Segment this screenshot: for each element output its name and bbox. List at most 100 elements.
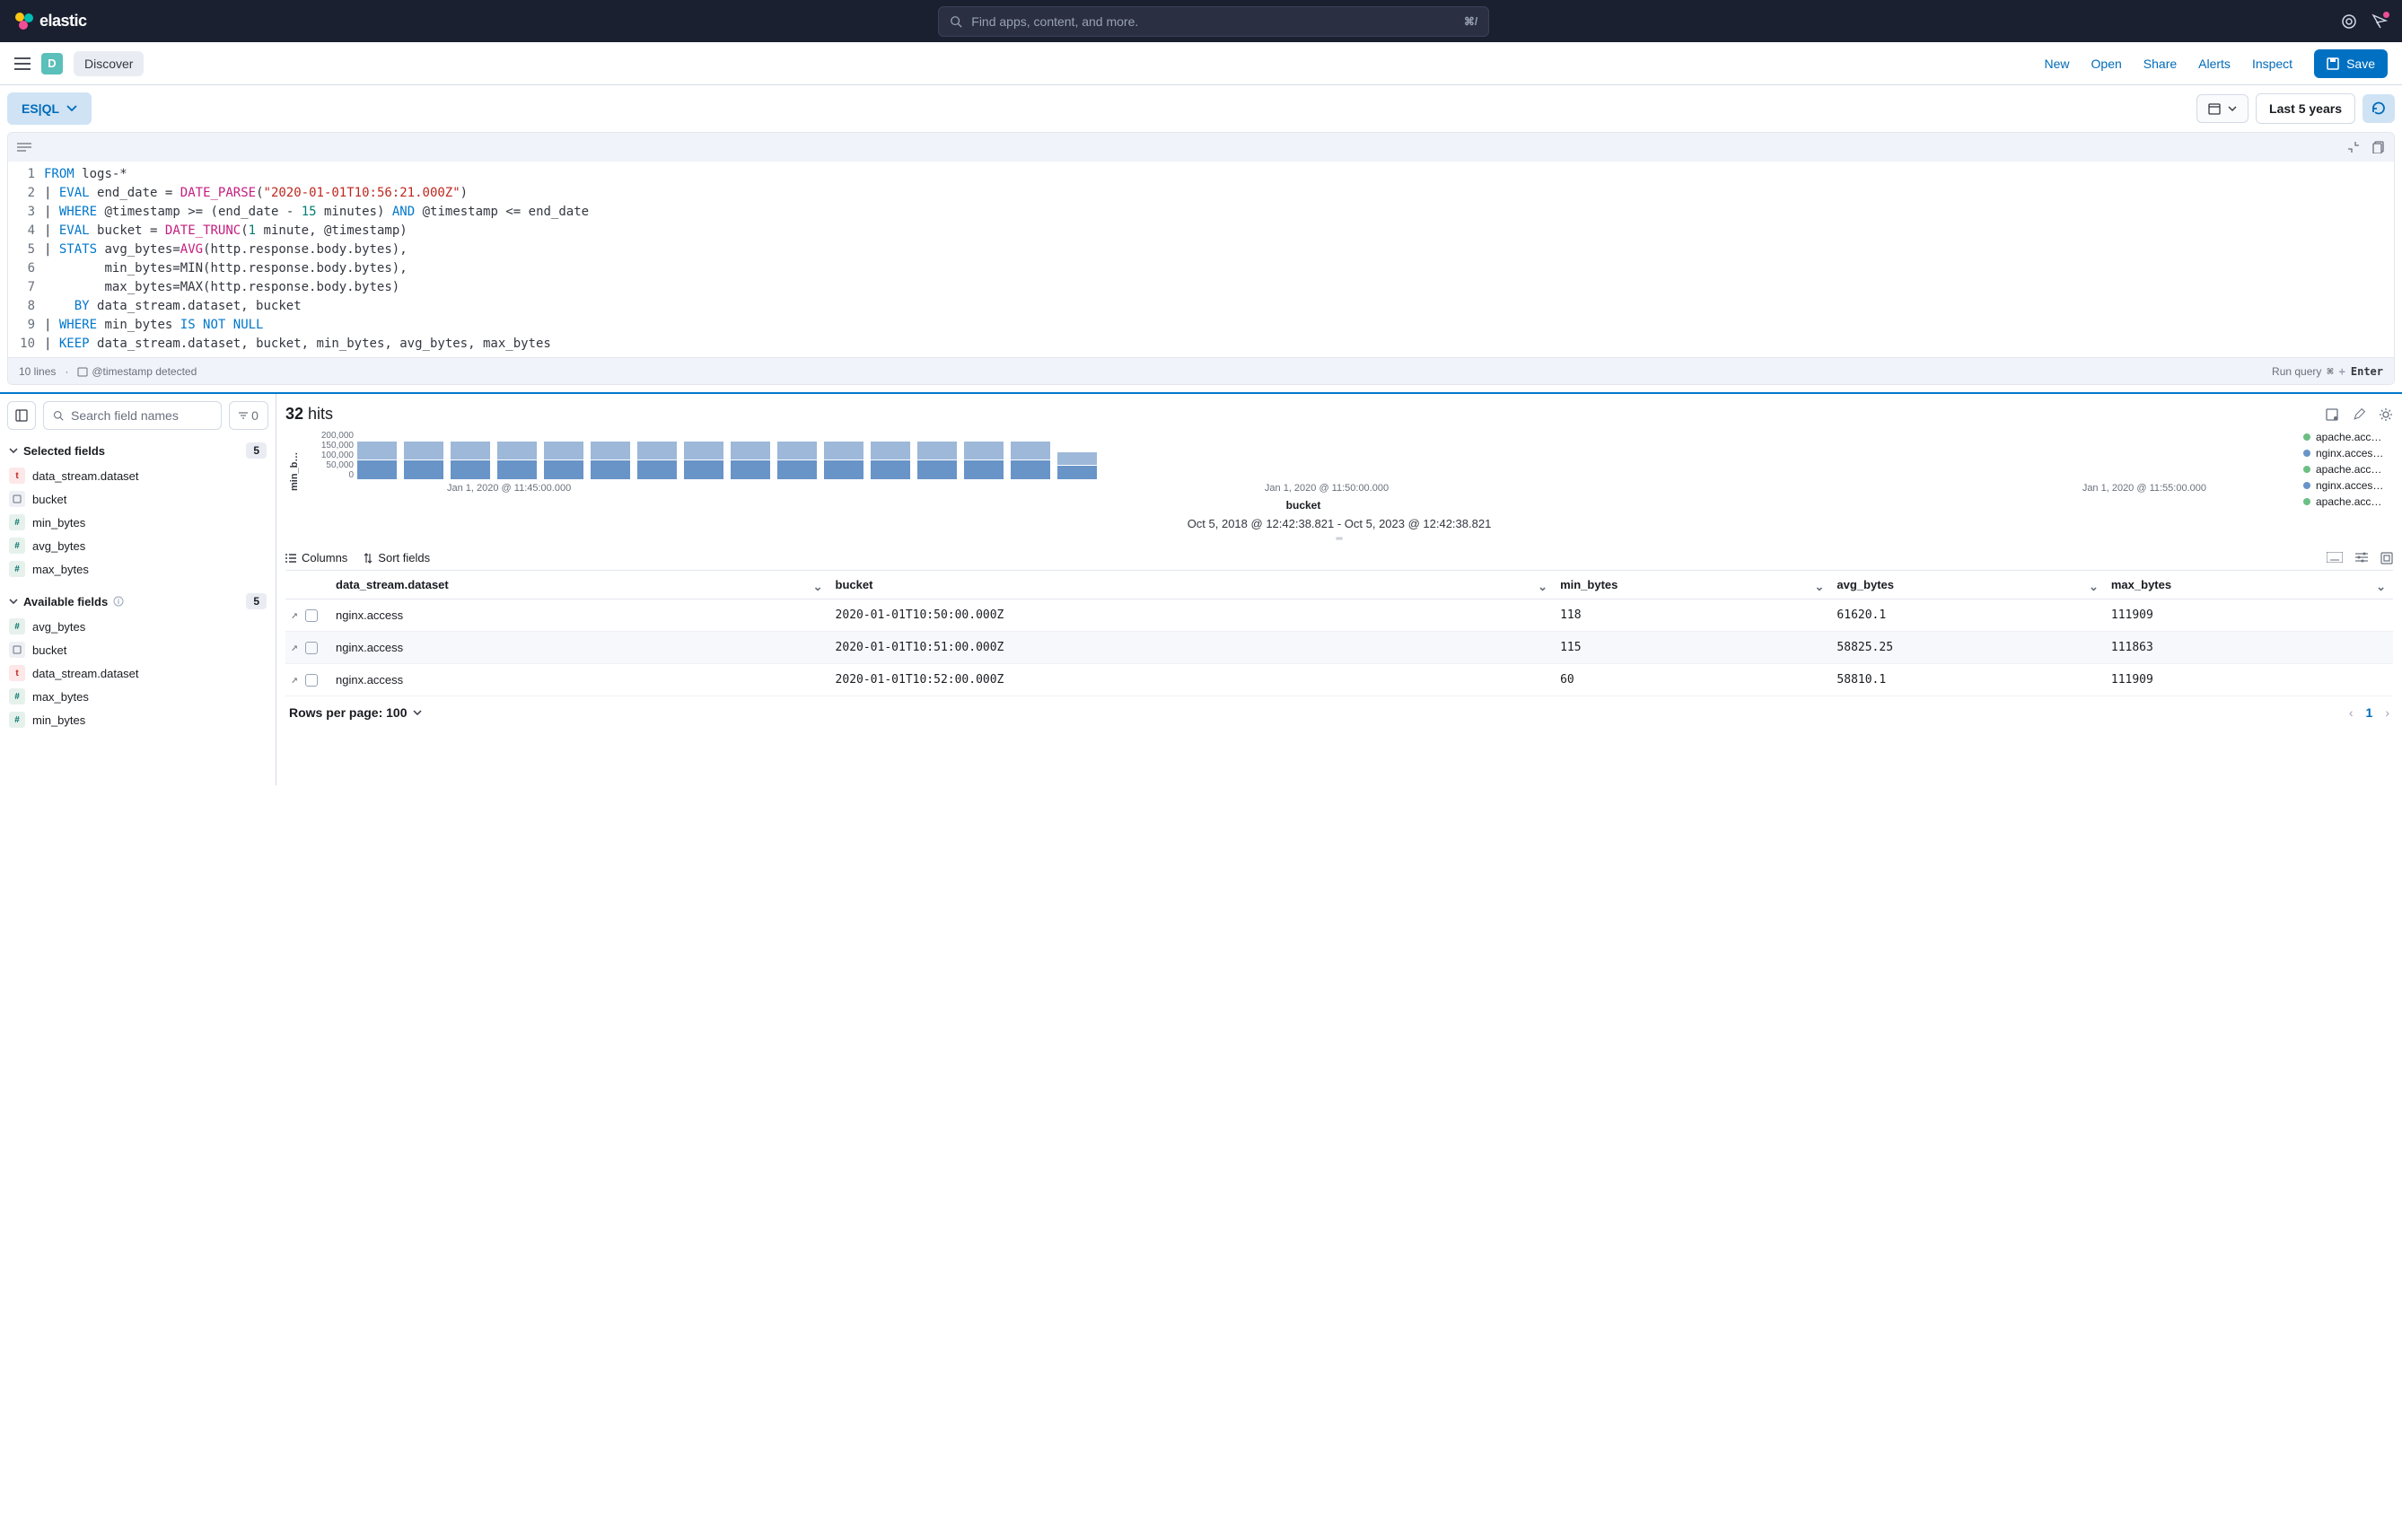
legend-item[interactable]: apache.acc… [2303, 495, 2393, 508]
chart-bar[interactable] [637, 442, 677, 479]
calendar-button[interactable] [2196, 94, 2249, 123]
nav-link-alerts[interactable]: Alerts [2198, 57, 2231, 71]
nav-link-share[interactable]: Share [2143, 57, 2177, 71]
table-row[interactable]: ↗nginx.access2020-01-01T10:50:00.000Z118… [285, 599, 2393, 632]
global-header: elastic Find apps, content, and more. ⌘/ [0, 0, 2402, 42]
code-area[interactable]: 12345678910 FROM logs-*| EVAL end_date =… [8, 162, 2394, 357]
chart-bar[interactable] [1057, 452, 1097, 479]
save-button[interactable]: Save [2314, 49, 2388, 78]
field-item[interactable]: tdata_stream.dataset [0, 464, 276, 487]
row-checkbox[interactable] [305, 642, 318, 654]
y-axis-ticks: 200,000150,000100,00050,0000 [311, 431, 354, 479]
column-header[interactable]: bucket⌄ [830, 571, 1556, 599]
chart-bar[interactable] [871, 442, 910, 479]
column-header[interactable]: avg_bytes⌄ [1831, 571, 2105, 599]
field-item[interactable]: #avg_bytes [0, 534, 276, 557]
display-options-icon[interactable] [2355, 552, 2368, 563]
minimize-icon[interactable] [2347, 141, 2360, 153]
refresh-button[interactable] [2363, 94, 2395, 123]
nav-link-inspect[interactable]: Inspect [2252, 57, 2292, 71]
keyboard-icon[interactable] [2327, 552, 2343, 563]
rows-per-page-button[interactable]: Rows per page: 100 [289, 705, 422, 720]
expand-icon[interactable]: ↗ [291, 641, 298, 654]
page-number[interactable]: 1 [2366, 705, 2373, 720]
chart-bar[interactable] [824, 442, 863, 479]
field-filter-button[interactable]: 0 [229, 401, 268, 430]
chart-bar[interactable] [404, 442, 443, 479]
legend-item[interactable]: apache.acc… [2303, 431, 2393, 443]
expand-icon[interactable]: ↗ [291, 673, 298, 687]
page-prev-button[interactable]: ‹ [2349, 705, 2354, 720]
field-name: max_bytes [32, 563, 89, 576]
breadcrumb-app[interactable]: Discover [74, 51, 144, 76]
field-item[interactable]: #max_bytes [0, 557, 276, 581]
chart-bar[interactable] [731, 442, 770, 479]
chart-bar[interactable] [497, 442, 537, 479]
legend-item[interactable]: nginx.acces… [2303, 447, 2393, 459]
table-row[interactable]: ↗nginx.access2020-01-01T10:52:00.000Z605… [285, 664, 2393, 696]
row-checkbox[interactable] [305, 674, 318, 687]
chart-bar[interactable] [1011, 442, 1050, 479]
query-mode-button[interactable]: ES|QL [7, 92, 92, 125]
collapse-sidebar-button[interactable] [7, 401, 36, 430]
field-item[interactable]: #max_bytes [0, 685, 276, 708]
field-item[interactable]: bucket [0, 487, 276, 511]
field-item[interactable]: #min_bytes [0, 708, 276, 731]
chart-plot[interactable]: 200,000150,000100,00050,0000 Jan 1, 2020… [311, 431, 2296, 512]
word-wrap-icon[interactable] [17, 142, 31, 153]
table-header-row: data_stream.dataset⌄ bucket⌄ min_bytes⌄ … [285, 571, 2393, 599]
chart-bar[interactable] [544, 442, 583, 479]
field-search-placeholder: Search field names [71, 408, 179, 423]
legend-item[interactable]: nginx.acces… [2303, 479, 2393, 492]
resize-handle[interactable]: ═ [285, 534, 2393, 544]
global-search-input[interactable]: Find apps, content, and more. ⌘/ [938, 6, 1489, 37]
code-content[interactable]: FROM logs-*| EVAL end_date = DATE_PARSE(… [44, 165, 2394, 354]
legend-item[interactable]: apache.acc… [2303, 463, 2393, 476]
chart-bar[interactable] [964, 442, 1004, 479]
cell-max: 111863 [2106, 632, 2393, 664]
field-item[interactable]: #avg_bytes [0, 615, 276, 638]
chart-bar[interactable] [591, 442, 630, 479]
field-search-input[interactable]: Search field names [43, 401, 222, 430]
edit-icon[interactable] [2352, 407, 2366, 422]
row-checkbox[interactable] [305, 609, 318, 622]
page-next-button[interactable]: › [2385, 705, 2389, 720]
table-row[interactable]: ↗nginx.access2020-01-01T10:51:00.000Z115… [285, 632, 2393, 664]
newsfeed-icon[interactable] [2371, 13, 2388, 30]
chart-bars[interactable] [357, 431, 2296, 479]
elastic-logo[interactable]: elastic [14, 12, 87, 31]
column-header[interactable]: min_bytes⌄ [1555, 571, 1831, 599]
column-header[interactable]: max_bytes⌄ [2106, 571, 2393, 599]
available-fields-header[interactable]: Available fields i 5 [0, 588, 276, 615]
info-icon[interactable]: i [113, 596, 124, 607]
expand-icon[interactable]: ↗ [291, 608, 298, 622]
x-axis-ticks: Jan 1, 2020 @ 11:45:00.000Jan 1, 2020 @ … [357, 483, 2296, 494]
field-item[interactable]: #min_bytes [0, 511, 276, 534]
time-range-display[interactable]: Last 5 years [2256, 93, 2355, 124]
chart-bar[interactable] [357, 442, 397, 479]
list-icon [285, 553, 296, 564]
chart-legend: apache.acc… nginx.acces… apache.acc… nginx.… [2303, 431, 2393, 512]
save-query-icon[interactable] [2325, 407, 2339, 422]
nav-toggle-button[interactable] [14, 57, 31, 70]
run-query-label[interactable]: Run query [2272, 365, 2321, 378]
columns-button[interactable]: Columns [285, 551, 347, 564]
app-badge[interactable]: D [41, 53, 63, 74]
chart-bar[interactable] [684, 442, 723, 479]
nav-link-new[interactable]: New [2045, 57, 2070, 71]
selected-fields-header[interactable]: Selected fields 5 [0, 437, 276, 464]
copy-icon[interactable] [2372, 141, 2385, 153]
hits-number: 32 [285, 405, 303, 423]
chart-bar[interactable] [917, 442, 957, 479]
column-header[interactable]: data_stream.dataset⌄ [330, 571, 830, 599]
sort-fields-button[interactable]: Sort fields [364, 551, 430, 564]
field-item[interactable]: bucket [0, 638, 276, 661]
gear-icon[interactable] [2379, 407, 2393, 422]
chart-bar[interactable] [451, 442, 490, 479]
fullscreen-icon[interactable] [2380, 552, 2393, 564]
chart-bar[interactable] [777, 442, 817, 479]
help-icon[interactable] [2341, 13, 2357, 30]
field-item[interactable]: tdata_stream.dataset [0, 661, 276, 685]
nav-link-open[interactable]: Open [2091, 57, 2122, 71]
cell-dataset: nginx.access [330, 599, 830, 632]
